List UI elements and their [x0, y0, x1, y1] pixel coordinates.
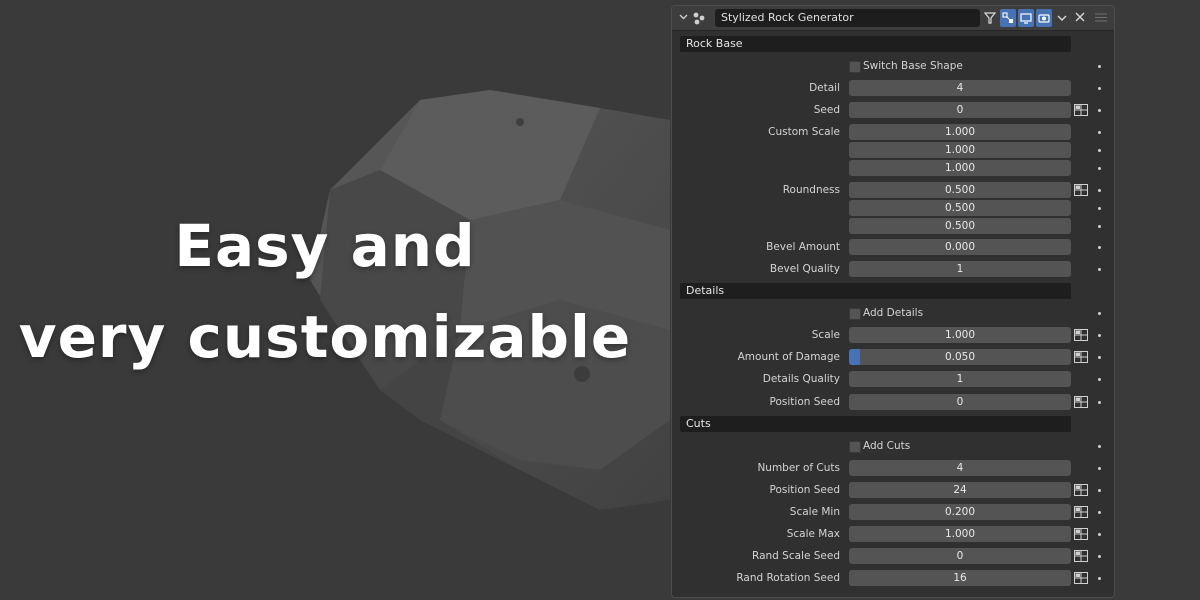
keyframe-dot-icon[interactable] — [1098, 445, 1101, 448]
section-header-details[interactable]: Details — [680, 283, 1071, 299]
rock-shape — [310, 90, 670, 510]
detail-label: Detail — [809, 82, 840, 94]
attribute-toggle-icon[interactable] — [1074, 329, 1088, 341]
attribute-toggle-icon[interactable] — [1074, 184, 1088, 196]
roundness-x-field[interactable]: 0.500 — [849, 182, 1071, 198]
keyframe-dot-icon[interactable] — [1098, 378, 1101, 381]
add-cuts-label: Add Cuts — [863, 440, 911, 452]
scale-max-label: Scale Max — [786, 528, 840, 540]
scale-label: Scale — [811, 329, 840, 341]
camera-icon[interactable] — [1036, 9, 1052, 27]
dropdown-icon[interactable] — [1054, 9, 1070, 27]
keyframe-dot-icon[interactable] — [1098, 149, 1101, 152]
keyframe-dot-icon[interactable] — [1098, 109, 1101, 112]
attribute-toggle-icon[interactable] — [1074, 528, 1088, 540]
attribute-toggle-icon[interactable] — [1074, 506, 1088, 518]
cuts-position-seed-field[interactable]: 24 — [849, 482, 1071, 498]
keyframe-dot-icon[interactable] — [1098, 65, 1101, 68]
keyframe-dot-icon[interactable] — [1098, 189, 1101, 192]
bevel-amount-label: Bevel Amount — [766, 241, 840, 253]
keyframe-dot-icon[interactable] — [1098, 577, 1101, 580]
keyframe-dot-icon[interactable] — [1098, 87, 1101, 90]
modifier-toggle-icons — [982, 9, 1070, 27]
amount-of-damage-label: Amount of Damage — [737, 351, 840, 363]
keyframe-dot-icon[interactable] — [1098, 225, 1101, 228]
rand-scale-seed-field[interactable]: 0 — [849, 548, 1071, 564]
amount-of-damage-slider[interactable]: 0.050 — [849, 349, 1071, 365]
roundness-label: Roundness — [782, 184, 840, 196]
scale-field[interactable]: 1.000 — [849, 327, 1071, 343]
details-position-seed-field[interactable]: 0 — [849, 394, 1071, 410]
seed-field[interactable]: 0 — [849, 102, 1071, 118]
scale-min-label: Scale Min — [789, 506, 840, 518]
number-of-cuts-field[interactable]: 4 — [849, 460, 1071, 476]
headline-line-2: very customizable — [18, 303, 632, 371]
keyframe-dot-icon[interactable] — [1098, 334, 1101, 337]
rand-rotation-seed-field[interactable]: 16 — [849, 570, 1071, 586]
switch-base-shape-checkbox[interactable] — [849, 61, 861, 73]
attribute-toggle-icon[interactable] — [1074, 104, 1088, 116]
custom-scale-x-field[interactable]: 1.000 — [849, 124, 1071, 140]
custom-scale-y-field[interactable]: 1.000 — [849, 142, 1071, 158]
modifier-name-field[interactable]: Stylized Rock Generator — [715, 9, 980, 27]
add-cuts-checkbox[interactable] — [849, 441, 861, 453]
bevel-amount-field[interactable]: 0.000 — [849, 239, 1071, 255]
select-icon[interactable] — [1000, 9, 1016, 27]
attribute-toggle-icon[interactable] — [1074, 550, 1088, 562]
keyframe-dot-icon[interactable] — [1098, 356, 1101, 359]
add-details-checkbox[interactable] — [849, 308, 861, 320]
attribute-toggle-icon[interactable] — [1074, 572, 1088, 584]
drag-grip-icon[interactable] — [1095, 13, 1107, 22]
roundness-y-field[interactable]: 0.500 — [849, 200, 1071, 216]
number-of-cuts-label: Number of Cuts — [757, 462, 840, 474]
detail-field[interactable]: 4 — [849, 80, 1071, 96]
roundness-z-field[interactable]: 0.500 — [849, 218, 1071, 234]
headline-line-1: Easy and — [174, 212, 476, 280]
keyframe-dot-icon[interactable] — [1098, 489, 1101, 492]
custom-scale-label: Custom Scale — [768, 126, 840, 138]
keyframe-dot-icon[interactable] — [1098, 401, 1101, 404]
details-position-seed-label: Position Seed — [769, 396, 840, 408]
keyframe-dot-icon[interactable] — [1098, 533, 1101, 536]
add-details-label: Add Details — [863, 307, 924, 319]
keyframe-dot-icon[interactable] — [1098, 467, 1101, 470]
keyframe-dot-icon[interactable] — [1098, 555, 1101, 558]
viewport-icon[interactable] — [1018, 9, 1034, 27]
rand-scale-seed-label: Rand Scale Seed — [752, 550, 840, 562]
keyframe-dot-icon[interactable] — [1098, 167, 1101, 170]
attribute-toggle-icon[interactable] — [1074, 351, 1088, 363]
keyframe-dot-icon[interactable] — [1098, 312, 1101, 315]
chevron-down-icon[interactable] — [679, 12, 688, 21]
node-group-icon — [693, 12, 705, 25]
geometry-nodes-panel: Stylized Rock Generator Rock Base Switch… — [671, 5, 1115, 598]
switch-base-shape-label: Switch Base Shape — [863, 60, 963, 72]
keyframe-dot-icon[interactable] — [1098, 511, 1101, 514]
bevel-quality-field[interactable]: 1 — [849, 261, 1071, 277]
keyframe-dot-icon[interactable] — [1098, 268, 1101, 271]
attribute-toggle-icon[interactable] — [1074, 396, 1088, 408]
panel-header: Stylized Rock Generator — [672, 6, 1114, 31]
custom-scale-z-field[interactable]: 1.000 — [849, 160, 1071, 176]
keyframe-dot-icon[interactable] — [1098, 246, 1101, 249]
close-icon[interactable] — [1073, 10, 1087, 24]
scale-max-field[interactable]: 1.000 — [849, 526, 1071, 542]
bevel-quality-label: Bevel Quality — [769, 263, 840, 275]
scale-min-field[interactable]: 0.200 — [849, 504, 1071, 520]
keyframe-dot-icon[interactable] — [1098, 131, 1101, 134]
details-quality-field[interactable]: 1 — [849, 371, 1071, 387]
amount-of-damage-fill — [849, 349, 860, 365]
section-header-rock-base[interactable]: Rock Base — [680, 36, 1071, 52]
cuts-position-seed-label: Position Seed — [769, 484, 840, 496]
attribute-toggle-icon[interactable] — [1074, 484, 1088, 496]
section-header-cuts[interactable]: Cuts — [680, 416, 1071, 432]
keyframe-dot-icon[interactable] — [1098, 207, 1101, 210]
funnel-icon[interactable] — [982, 9, 998, 27]
details-quality-label: Details Quality — [762, 373, 840, 385]
seed-label: Seed — [813, 104, 840, 116]
rand-rotation-seed-label: Rand Rotation Seed — [736, 572, 840, 584]
